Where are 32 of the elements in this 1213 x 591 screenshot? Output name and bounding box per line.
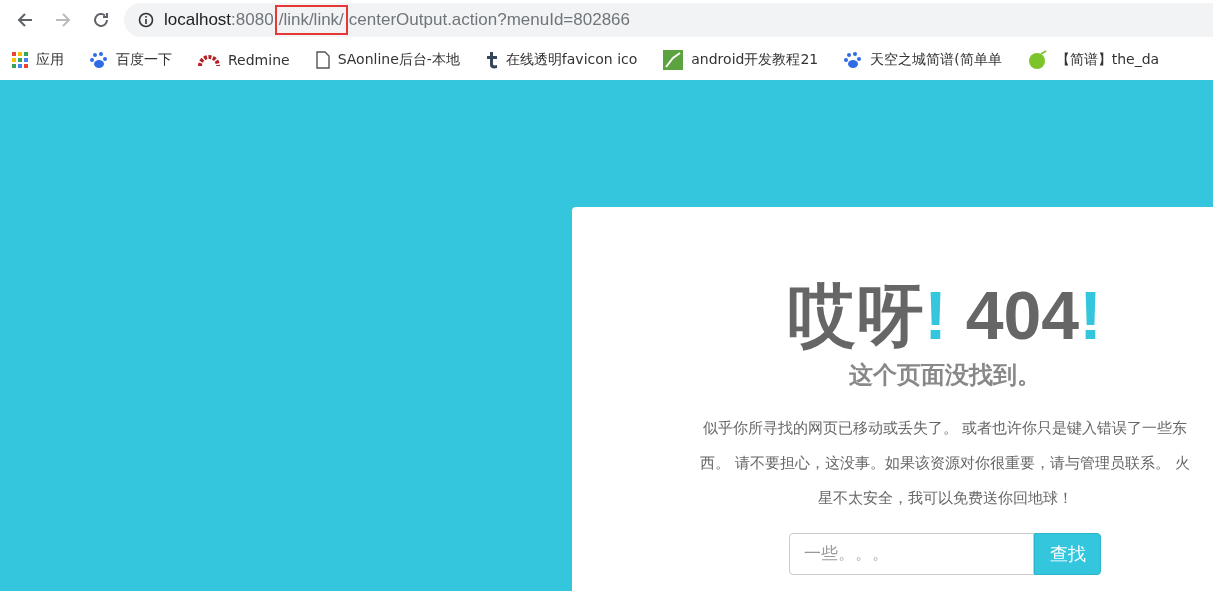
error-message: 似乎你所寻找的网页已移动或丢失了。 或者也许你只是键入错误了一些东西。 请不要担心，这没事。如果该资源对你很重要，请与管理员联系。 火星不太安全，我可以免费送你回地球！ bbox=[700, 419, 1190, 508]
bookmark-link[interactable]: 【简谱】the_da bbox=[1055, 51, 1160, 69]
info-icon bbox=[138, 12, 154, 28]
url-port: :8080 bbox=[231, 10, 274, 30]
search-field[interactable]: 一些。。。 bbox=[789, 533, 1034, 575]
leaf-icon bbox=[1027, 50, 1048, 70]
bookmark-link[interactable]: 百度一下 bbox=[116, 51, 172, 69]
highlighted-url-path: /link/link/ bbox=[276, 7, 346, 33]
forward-arrow-icon bbox=[54, 11, 72, 29]
bookmark-link[interactable]: android开发教程21 bbox=[691, 51, 819, 69]
paw-icon bbox=[844, 51, 863, 69]
bookmark-link[interactable]: SAonline后台-本地 bbox=[337, 51, 460, 69]
bookmark-link[interactable]: 应用 bbox=[36, 51, 64, 69]
exclamation-mark: ! bbox=[924, 277, 947, 353]
address-bar[interactable]: localhost:8080 /link/link/ centerOutput.action?menuId=802866 bbox=[124, 3, 1213, 37]
image-icon bbox=[663, 50, 684, 70]
bookmark-link[interactable]: 在线透明favicon ico bbox=[505, 51, 638, 69]
bookmark-link[interactable]: Redmine bbox=[228, 52, 290, 68]
paw-icon bbox=[90, 51, 108, 69]
letter-t-icon bbox=[485, 51, 498, 69]
url-path: centerOutput.action?menuId=802866 bbox=[348, 10, 631, 30]
reload-icon bbox=[92, 11, 110, 29]
arc-icon bbox=[198, 53, 220, 67]
bookmark-link[interactable]: 天空之城简谱(简单单 bbox=[870, 51, 1002, 69]
apps-grid-icon bbox=[12, 52, 28, 68]
back-arrow-icon bbox=[16, 11, 34, 29]
error-title: 404 bbox=[964, 277, 1080, 353]
page-icon bbox=[315, 51, 330, 69]
error-subtitle: 这个页面没找到。 bbox=[849, 360, 1041, 391]
url-host: localhost bbox=[164, 10, 232, 30]
exclamation-mark: ! bbox=[1079, 277, 1102, 353]
error-title: 哎呀 bbox=[788, 277, 925, 353]
